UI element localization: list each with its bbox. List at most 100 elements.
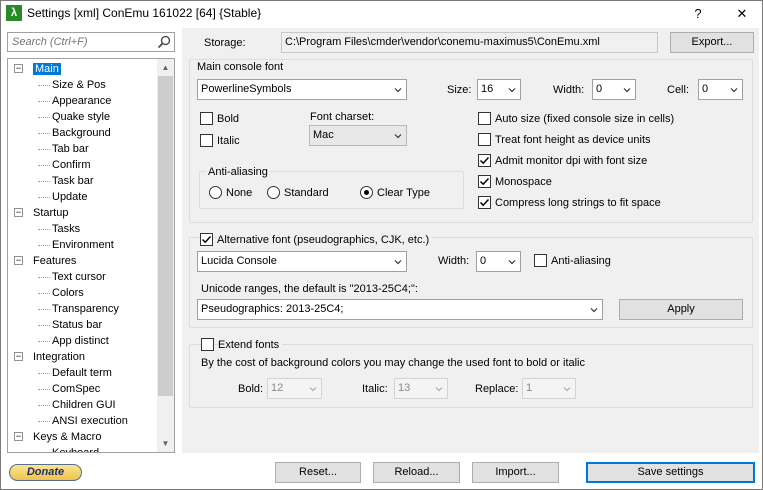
tree-item-label: Keyboard	[52, 447, 99, 452]
tree-item-features[interactable]: Features	[33, 253, 76, 269]
scroll-up-arrow-icon[interactable]: ▲	[157, 59, 174, 76]
extend-fonts-checkbox[interactable]	[201, 338, 214, 351]
tree-item-ansi-execution[interactable]: ANSI execution	[52, 413, 128, 429]
alt-font-value: Lucida Console	[201, 255, 277, 267]
tree-item-size-pos[interactable]: Size & Pos	[52, 77, 106, 93]
tree-item-status-bar[interactable]: Status bar	[52, 317, 102, 333]
tree-item-label: ANSI execution	[52, 415, 128, 427]
settings-tree[interactable]: Main − Size & Pos Appearance Quake style Back…	[7, 58, 175, 453]
import-button[interactable]: Import...	[472, 462, 559, 483]
tree-connector	[38, 197, 50, 198]
tree-scrollbar[interactable]: ▲ ▼	[157, 59, 174, 452]
reload-button[interactable]: Reload...	[373, 462, 460, 483]
tree-item-tab-bar[interactable]: Tab bar	[52, 141, 89, 157]
alt-width-combo[interactable]: 0	[476, 251, 521, 272]
italic-checkbox[interactable]	[200, 134, 213, 147]
tree-connector	[38, 325, 50, 326]
tree-item-environment[interactable]: Environment	[52, 237, 114, 253]
tree-item-children-gui[interactable]: Children GUI	[52, 397, 116, 413]
search-icon[interactable]	[157, 35, 171, 49]
checkmark-icon	[201, 235, 212, 244]
conemu-app-icon[interactable]: λ	[6, 5, 22, 21]
tree-collapse-icon[interactable]: −	[14, 64, 23, 73]
font-option-checkbox[interactable]	[478, 196, 491, 209]
tree-collapse-icon[interactable]: −	[14, 432, 23, 441]
help-button[interactable]: ?	[683, 3, 713, 25]
chevron-down-icon	[508, 88, 516, 93]
search-input[interactable]	[8, 33, 148, 51]
reset-button[interactable]: Reset...	[275, 462, 361, 483]
tree-item-tasks[interactable]: Tasks	[52, 221, 80, 237]
width-label: Width:	[553, 84, 585, 96]
tree-item-label: Tab bar	[52, 143, 89, 155]
tree-items: Main − Size & Pos Appearance Quake style Back…	[8, 59, 158, 452]
tree-item-keys-macro[interactable]: Keys & Macro	[33, 429, 101, 445]
tree-collapse-icon[interactable]: −	[14, 352, 23, 361]
font-option-checkbox[interactable]	[478, 175, 491, 188]
chevron-down-icon	[590, 308, 598, 313]
tree-item-keyboard[interactable]: Keyboard	[52, 445, 99, 452]
font-option-checkbox[interactable]	[478, 112, 491, 125]
tree-item-text-cursor[interactable]: Text cursor	[52, 269, 106, 285]
tree-item-startup[interactable]: Startup	[33, 205, 68, 221]
tree-collapse-icon[interactable]: −	[14, 256, 23, 265]
extend-italic-combo[interactable]: 13	[394, 378, 448, 399]
chevron-down-icon	[508, 260, 516, 265]
width-combo[interactable]: 0	[592, 79, 636, 100]
font-charset-combo[interactable]: Mac	[309, 125, 407, 146]
tree-item-transparency[interactable]: Transparency	[52, 301, 119, 317]
tree-connector	[38, 373, 50, 374]
tree-item-app-distinct[interactable]: App distinct	[52, 333, 109, 349]
save-settings-button[interactable]: Save settings	[586, 462, 755, 483]
tree-item-colors[interactable]: Colors	[52, 285, 84, 301]
aa-cleartype-radio[interactable]	[360, 186, 373, 199]
bold-checkbox[interactable]	[200, 112, 213, 125]
main-settings-panel: Storage: C:\Program Files\cmder\vendor\c…	[182, 28, 759, 453]
tree-item-appearance[interactable]: Appearance	[52, 93, 111, 109]
storage-path-field[interactable]: C:\Program Files\cmder\vendor\conemu-max…	[281, 32, 658, 53]
tree-item-confirm[interactable]: Confirm	[52, 157, 91, 173]
scroll-thumb[interactable]	[158, 76, 173, 396]
tree-item-main[interactable]: Main	[33, 61, 61, 77]
tree-item-label: Startup	[33, 207, 69, 219]
tree-item-default-term[interactable]: Default term	[52, 365, 112, 381]
font-option-checkbox[interactable]	[478, 154, 491, 167]
font-option-checkbox[interactable]	[478, 133, 491, 146]
export-button[interactable]: Export...	[670, 32, 754, 53]
alt-antialiasing-checkbox[interactable]	[534, 254, 547, 267]
scroll-down-arrow-icon[interactable]: ▼	[157, 435, 174, 452]
main-font-combo[interactable]: PowerlineSymbols	[197, 79, 407, 100]
apply-button[interactable]: Apply	[619, 299, 743, 320]
alt-font-combo[interactable]: Lucida Console	[197, 251, 407, 272]
tree-item-quake-style[interactable]: Quake style	[52, 109, 110, 125]
tree-item-comspec[interactable]: ComSpec	[52, 381, 100, 397]
donate-button[interactable]: Donate	[9, 464, 82, 481]
size-value: 16	[481, 83, 494, 95]
tree-item-label: App distinct	[52, 335, 109, 347]
tree-collapse-icon[interactable]: −	[14, 208, 23, 217]
tree-connector	[38, 421, 50, 422]
cell-combo[interactable]: 0	[698, 79, 743, 100]
tree-item-background[interactable]: Background	[52, 125, 111, 141]
tree-item-label: Size & Pos	[52, 79, 106, 91]
tree-connector	[38, 85, 50, 86]
alt-font-checkbox[interactable]	[200, 233, 213, 246]
unicode-ranges-combo[interactable]: Pseudographics: 2013-25C4;	[197, 299, 603, 320]
size-combo[interactable]: 16	[477, 79, 521, 100]
tree-item-label: Background	[52, 127, 111, 139]
checkmark-icon	[479, 156, 490, 165]
aa-none-radio[interactable]	[209, 186, 222, 199]
tree-item-label: Update	[52, 191, 88, 203]
chevron-down-icon	[563, 387, 571, 392]
aa-standard-radio[interactable]	[267, 186, 280, 199]
settings-search-box[interactable]	[7, 32, 175, 52]
close-button[interactable]: ✕	[727, 3, 757, 25]
tree-item-integration[interactable]: Integration	[33, 349, 85, 365]
tree-item-label: Keys & Macro	[33, 431, 102, 443]
tree-item-task-bar[interactable]: Task bar	[52, 173, 94, 189]
tree-item-update[interactable]: Update	[52, 189, 87, 205]
tree-item-label: Default term	[52, 367, 112, 379]
extend-replace-combo[interactable]: 1	[522, 378, 576, 399]
extend-bold-combo[interactable]: 12	[267, 378, 322, 399]
alt-width-label: Width:	[438, 255, 470, 267]
